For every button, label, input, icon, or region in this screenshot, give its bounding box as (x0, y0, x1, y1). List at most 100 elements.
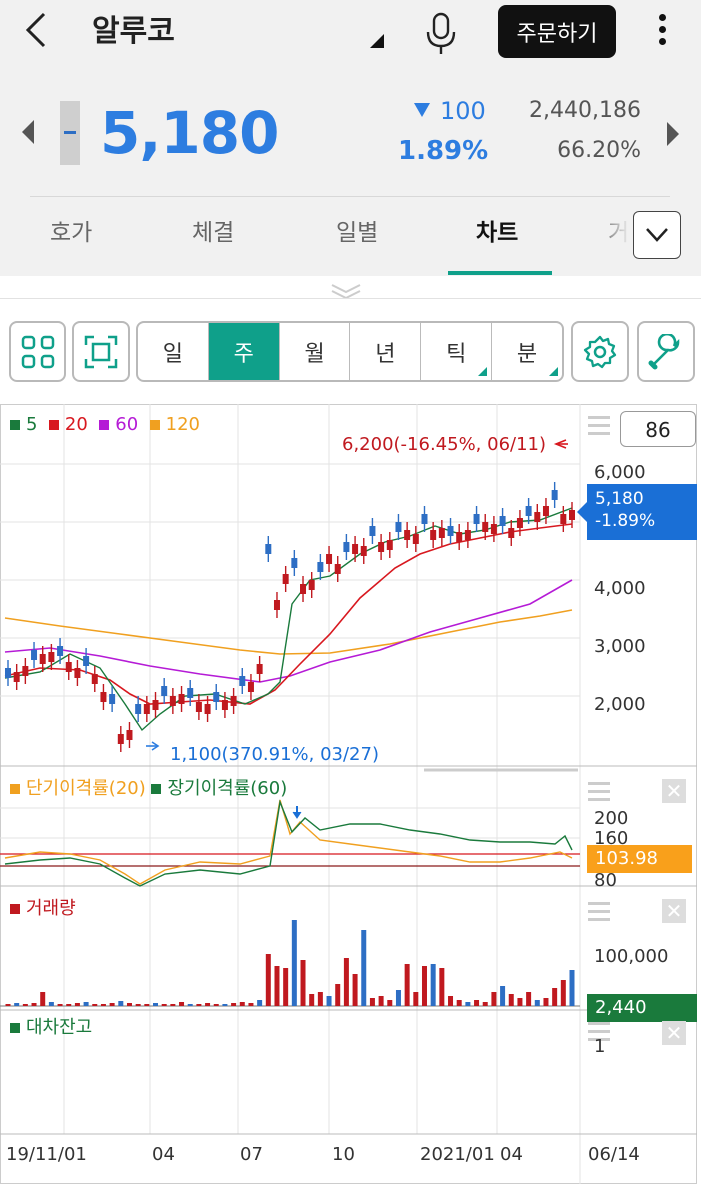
current-price: 5,180 (100, 99, 279, 167)
y-tick: 1 (594, 1036, 606, 1057)
volume-bar (326, 996, 332, 1006)
chart-menu-icon[interactable] (588, 416, 610, 440)
tools-button[interactable] (637, 321, 695, 382)
stock-dropdown-icon[interactable] (370, 34, 384, 48)
candle-body (438, 528, 445, 538)
candle-body (490, 524, 497, 534)
candle-body (551, 490, 558, 500)
fullscreen-icon (84, 335, 118, 369)
candle-body (83, 656, 90, 666)
candle-body (542, 506, 549, 516)
volume-menu-icon[interactable] (588, 902, 610, 926)
x-tick: 04 (500, 1144, 523, 1165)
fullscreen-button[interactable] (72, 321, 130, 382)
layout-grid-button[interactable] (9, 321, 66, 382)
candle-body (187, 688, 194, 698)
stock-name[interactable]: 알루코 (92, 12, 175, 52)
app-header: 알루코 주문하기 (0, 0, 701, 68)
period-selector: 일 주 월 년 틱 분 (136, 321, 564, 382)
volume-bar (456, 1000, 462, 1006)
prev-stock-arrow-icon[interactable] (22, 120, 34, 144)
candle-body (117, 734, 124, 744)
candle-body (464, 530, 471, 540)
y-tick: 200 (594, 808, 629, 829)
volume-bar (369, 998, 375, 1006)
candle-body (169, 696, 176, 706)
trade-volume: 2,440,186 (529, 98, 641, 123)
period-tick-button[interactable]: 틱 (421, 323, 493, 380)
order-button[interactable]: 주문하기 (498, 5, 616, 58)
tab-chart[interactable]: 차트 (476, 216, 518, 250)
volume-bar (109, 1003, 115, 1006)
volume-bar (491, 992, 497, 1006)
period-year-button[interactable]: 년 (350, 323, 422, 380)
candle-body (195, 702, 202, 712)
candle-body (421, 514, 428, 524)
volume-bar (500, 986, 506, 1006)
candle-body (74, 668, 81, 678)
period-week-button[interactable]: 주 (208, 323, 280, 380)
y-tick: 4,000 (594, 578, 646, 599)
settings-button[interactable] (571, 321, 629, 382)
candle-body (213, 692, 220, 702)
candle-body (334, 564, 341, 574)
candle-body (143, 704, 150, 714)
volume-bar (317, 992, 323, 1006)
candle-body (273, 600, 280, 610)
candle-body (508, 528, 515, 538)
candle-body (386, 540, 393, 550)
indicator-menu-icon[interactable] (588, 782, 610, 806)
volume-bar (257, 1000, 263, 1006)
period-month-button[interactable]: 월 (280, 323, 351, 380)
volume-bar (118, 1001, 124, 1006)
candle-body (412, 534, 419, 544)
y-tick: 3,000 (594, 636, 646, 657)
close-volume-icon[interactable]: ✕ (662, 899, 686, 923)
next-stock-arrow-icon[interactable] (667, 122, 679, 146)
tab-fade (600, 216, 630, 256)
volume-bar (517, 998, 523, 1006)
volume-bar (300, 960, 306, 1006)
volume-legend: 거래량 (10, 898, 76, 920)
volume-bar (335, 984, 341, 1006)
close-loan-icon[interactable]: ✕ (662, 1021, 686, 1045)
volume-bar (92, 1004, 98, 1006)
volume-bar (48, 1002, 54, 1006)
y-tick: 6,000 (594, 462, 646, 483)
volume-bar (239, 1002, 245, 1006)
tab-orderbook[interactable]: 호가 (50, 216, 92, 250)
candle-count-input[interactable]: 86 (620, 411, 696, 447)
candle-body (91, 674, 98, 684)
volume-bar (100, 1004, 106, 1006)
candle-body (282, 574, 289, 584)
volume-bar (560, 980, 566, 1006)
volume-bar (569, 970, 575, 1006)
candle-body (534, 512, 541, 522)
candle-body (178, 694, 185, 704)
more-menu-icon[interactable] (652, 10, 672, 56)
candle-body (109, 694, 116, 704)
candle-body (516, 518, 523, 528)
candle-body (39, 654, 46, 664)
microphone-icon[interactable] (424, 12, 458, 56)
tab-daily[interactable]: 일별 (336, 216, 378, 250)
candle-body (378, 542, 385, 552)
volume-bar (448, 996, 454, 1006)
volume-bar (187, 1004, 193, 1006)
high-annotation: 6,200(-16.45%, 06/11) (342, 434, 547, 455)
close-indicator-icon[interactable]: ✕ (662, 779, 686, 803)
candle-body (135, 704, 142, 714)
volume-bar (83, 1002, 89, 1006)
volume-bar (465, 1002, 471, 1006)
volume-bar (66, 1004, 72, 1006)
period-minute-button[interactable]: 분 (492, 323, 562, 380)
candle-body (265, 544, 272, 554)
period-day-button[interactable]: 일 (138, 323, 209, 380)
wrench-icon (648, 334, 680, 370)
volume-bar (309, 994, 315, 1006)
back-icon[interactable] (24, 10, 48, 59)
volume-bar (534, 1000, 540, 1006)
tabs-dropdown-button[interactable] (633, 211, 681, 259)
tab-trades[interactable]: 체결 (192, 216, 234, 250)
y-tick: 100,000 (594, 946, 669, 967)
